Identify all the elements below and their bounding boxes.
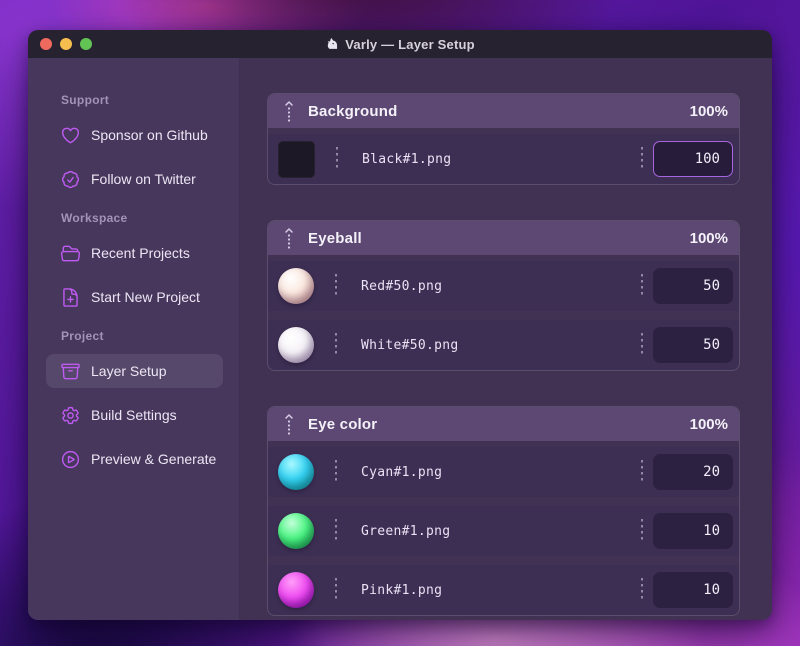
sidebar-item-preview-generate[interactable]: Preview & Generate bbox=[46, 442, 223, 476]
sidebar-item-start-new-project[interactable]: Start New Project bbox=[46, 280, 223, 314]
folder-open-icon bbox=[60, 243, 81, 264]
layer-weight-input[interactable] bbox=[653, 327, 733, 363]
layer-row: Green#1.png bbox=[268, 506, 739, 556]
section-label: Project bbox=[61, 329, 104, 343]
layer-group-background: Background 100% Black#1.png bbox=[267, 93, 740, 185]
layer-row: Cyan#1.png bbox=[268, 447, 739, 497]
dotted-separator bbox=[335, 578, 337, 602]
layer-filename: Cyan#1.png bbox=[361, 464, 443, 480]
dotted-separator bbox=[641, 460, 643, 484]
sidebar-item-label: Build Settings bbox=[91, 407, 177, 423]
traffic-lights bbox=[40, 38, 92, 50]
drag-handle-icon[interactable] bbox=[283, 100, 295, 122]
group-title: Background bbox=[308, 102, 398, 120]
document-plus-icon bbox=[60, 287, 81, 308]
sidebar-item-build-settings[interactable]: Build Settings bbox=[46, 398, 223, 432]
layer-weight-input[interactable] bbox=[653, 572, 733, 608]
layer-thumbnail-cyan-ball bbox=[278, 454, 314, 490]
dotted-separator bbox=[641, 147, 643, 171]
layer-group-eyeball: Eyeball 100% Red#50.png White#50.png bbox=[267, 220, 740, 371]
sidebar-item-label: Layer Setup bbox=[91, 363, 167, 379]
group-header[interactable]: Background 100% bbox=[268, 94, 739, 128]
dotted-separator bbox=[641, 519, 643, 543]
layer-filename: Red#50.png bbox=[361, 278, 443, 294]
sidebar-item-recent-projects[interactable]: Recent Projects bbox=[46, 236, 223, 270]
dotted-separator bbox=[335, 333, 337, 357]
layer-thumbnail-pink-ball bbox=[278, 572, 314, 608]
sidebar-item-label: Follow on Twitter bbox=[91, 171, 196, 187]
layer-row: Black#1.png bbox=[268, 134, 739, 184]
layer-filename: White#50.png bbox=[361, 337, 459, 353]
layer-filename: Black#1.png bbox=[362, 151, 452, 167]
layer-thumbnail-red-ball bbox=[278, 268, 314, 304]
drag-handle-icon[interactable] bbox=[283, 413, 295, 435]
group-percent: 100% bbox=[689, 229, 728, 247]
dotted-separator bbox=[335, 460, 337, 484]
zoom-button[interactable] bbox=[80, 38, 92, 50]
layer-row: White#50.png bbox=[268, 320, 739, 370]
sidebar: Support Sponsor on Github Follow on Twit… bbox=[28, 58, 240, 620]
sidebar-section-project: Project Layer Setup Build Settings Previ… bbox=[46, 328, 223, 476]
layer-thumbnail-white-ball bbox=[278, 327, 314, 363]
sidebar-item-follow-twitter[interactable]: Follow on Twitter bbox=[46, 162, 223, 196]
sidebar-item-label: Recent Projects bbox=[91, 245, 190, 261]
layer-weight-input[interactable] bbox=[653, 141, 733, 177]
play-circle-icon bbox=[60, 449, 81, 470]
badge-check-icon bbox=[60, 169, 81, 190]
layer-row: Red#50.png bbox=[268, 261, 739, 311]
gear-icon bbox=[60, 405, 81, 426]
unicorn-icon bbox=[325, 37, 339, 51]
sidebar-item-label: Sponsor on Github bbox=[91, 127, 208, 143]
sidebar-item-sponsor-github[interactable]: Sponsor on Github bbox=[46, 118, 223, 152]
layer-thumbnail-green-ball bbox=[278, 513, 314, 549]
window-body: Support Sponsor on Github Follow on Twit… bbox=[28, 58, 772, 620]
sidebar-item-layer-setup[interactable]: Layer Setup bbox=[46, 354, 223, 388]
sidebar-item-label: Start New Project bbox=[91, 289, 200, 305]
layer-weight-input[interactable] bbox=[653, 513, 733, 549]
group-percent: 100% bbox=[689, 415, 728, 433]
group-percent: 100% bbox=[689, 102, 728, 120]
sidebar-item-label: Preview & Generate bbox=[91, 451, 217, 467]
app-window: Varly — Layer Setup Support Sponsor on G… bbox=[28, 30, 772, 620]
dotted-separator bbox=[641, 274, 643, 298]
dotted-separator bbox=[641, 578, 643, 602]
dotted-separator bbox=[641, 333, 643, 357]
close-button[interactable] bbox=[40, 38, 52, 50]
layer-row: Pink#1.png bbox=[268, 565, 739, 615]
section-label: Support bbox=[61, 93, 110, 107]
sidebar-section-support: Support Sponsor on Github Follow on Twit… bbox=[46, 92, 223, 196]
group-title: Eyeball bbox=[308, 229, 362, 247]
layer-weight-input[interactable] bbox=[653, 268, 733, 304]
dotted-separator bbox=[336, 147, 338, 171]
layer-filename: Green#1.png bbox=[361, 523, 451, 539]
dotted-separator bbox=[335, 519, 337, 543]
layer-group-eye-color: Eye color 100% Cyan#1.png Green#1.png bbox=[267, 406, 740, 616]
section-label: Workspace bbox=[61, 211, 128, 225]
drag-handle-icon[interactable] bbox=[283, 227, 295, 249]
window-title: Varly — Layer Setup bbox=[325, 37, 475, 52]
minimize-button[interactable] bbox=[60, 38, 72, 50]
group-header[interactable]: Eyeball 100% bbox=[268, 221, 739, 255]
layer-filename: Pink#1.png bbox=[361, 582, 443, 598]
layer-thumbnail-black bbox=[278, 140, 315, 178]
titlebar[interactable]: Varly — Layer Setup bbox=[28, 30, 772, 58]
heart-icon bbox=[60, 125, 81, 146]
group-header[interactable]: Eye color 100% bbox=[268, 407, 739, 441]
sidebar-section-workspace: Workspace Recent Projects Start New Proj… bbox=[46, 210, 223, 314]
archive-box-icon bbox=[60, 361, 81, 382]
group-title: Eye color bbox=[308, 415, 378, 433]
layer-weight-input[interactable] bbox=[653, 454, 733, 490]
layer-setup-panel: Background 100% Black#1.png 100 Eyeball … bbox=[240, 58, 772, 620]
dotted-separator bbox=[335, 274, 337, 298]
window-title-text: Varly — Layer Setup bbox=[345, 36, 475, 52]
